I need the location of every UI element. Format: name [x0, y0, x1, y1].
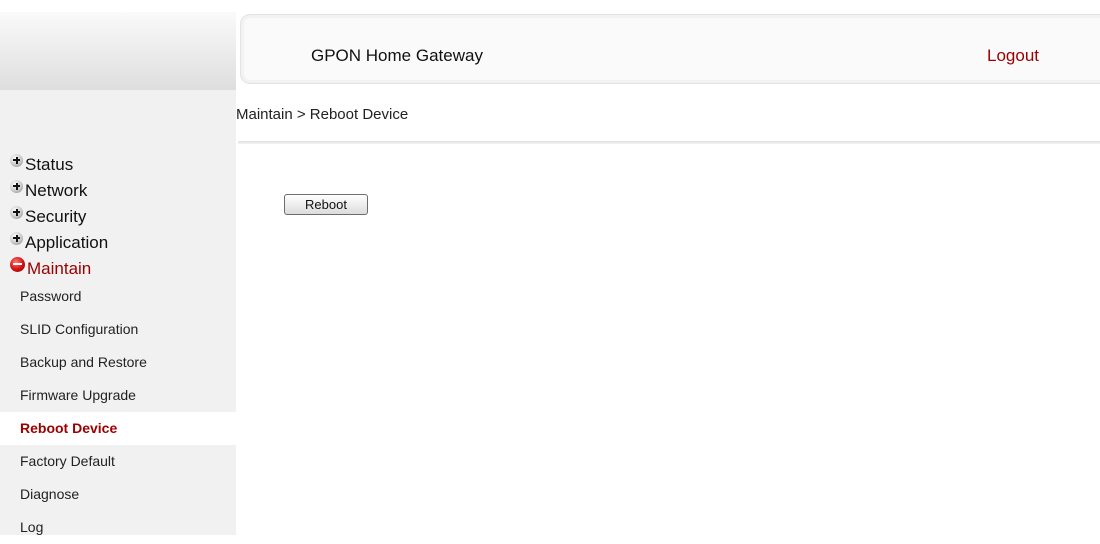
sidebar-item-backup-and-restore[interactable]: Backup and Restore	[0, 346, 236, 379]
logout-link[interactable]: Logout	[987, 46, 1039, 66]
breadcrumb-divider	[238, 141, 1100, 144]
sidebar-group-application[interactable]: Application	[10, 230, 108, 256]
reboot-button[interactable]: Reboot	[284, 194, 368, 215]
expand-plus-icon	[10, 205, 23, 219]
sidebar-group-maintain[interactable]: Maintain	[10, 256, 91, 282]
sidebar-group-security[interactable]: Security	[10, 204, 86, 230]
sidebar-group-label: Network	[25, 181, 88, 200]
sidebar-group-label: Application	[25, 233, 109, 252]
breadcrumb: Maintain > Reboot Device	[236, 106, 409, 123]
sidebar-item-password[interactable]: Password	[0, 280, 236, 313]
expand-plus-icon	[10, 153, 23, 167]
header-bar: GPON Home Gateway Logout	[240, 14, 1100, 84]
sidebar-group-status[interactable]: Status	[10, 152, 73, 178]
sidebar-item-reboot-device[interactable]: Reboot Device	[0, 412, 236, 445]
sidebar-item-factory-default[interactable]: Factory Default	[0, 445, 236, 478]
sidebar-group-label: Maintain	[27, 259, 92, 278]
sidebar-group-label: Security	[25, 207, 87, 226]
expand-plus-icon	[10, 231, 23, 245]
sidebar-group-network[interactable]: Network	[10, 178, 87, 204]
sidebar-item-diagnose[interactable]: Diagnose	[0, 478, 236, 511]
logo-area	[0, 12, 236, 90]
sidebar-group-label: Status	[25, 155, 74, 174]
expand-plus-icon	[10, 179, 23, 193]
sidebar-item-slid-configuration[interactable]: SLID Configuration	[0, 313, 236, 346]
sidebar-item-log[interactable]: Log	[0, 511, 236, 544]
collapse-minus-icon	[10, 256, 25, 272]
page-title: GPON Home Gateway	[311, 46, 483, 65]
sidebar-item-firmware-upgrade[interactable]: Firmware Upgrade	[0, 379, 236, 412]
sidebar: Status Network Security Application Main…	[0, 90, 236, 535]
